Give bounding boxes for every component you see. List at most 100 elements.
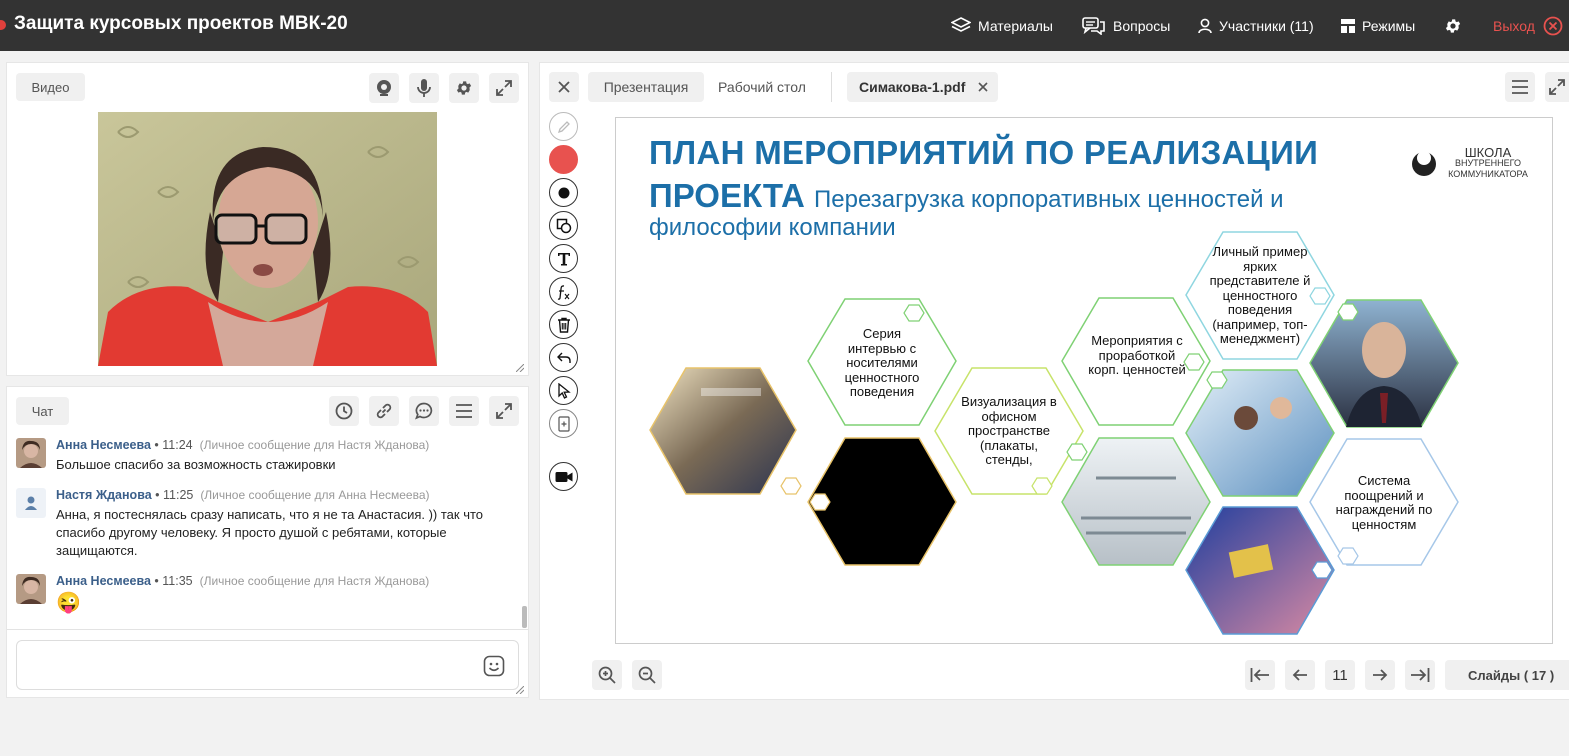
exit-button[interactable]: Выход bbox=[1493, 16, 1563, 36]
message-time: 11:24 bbox=[162, 438, 193, 452]
delete-tool[interactable] bbox=[549, 310, 578, 339]
trash-icon bbox=[557, 317, 570, 333]
materials-label: Материалы bbox=[978, 18, 1053, 34]
smiley-icon bbox=[483, 655, 505, 677]
hamburger-icon bbox=[456, 404, 472, 418]
message-author: Анна Несмеева bbox=[56, 574, 151, 588]
pointer-tool[interactable] bbox=[549, 376, 578, 405]
settings-button[interactable] bbox=[1444, 16, 1469, 36]
avatar bbox=[16, 488, 46, 518]
next-slide-button[interactable] bbox=[1365, 660, 1395, 690]
resize-handle-icon[interactable] bbox=[516, 364, 524, 372]
pencil-icon bbox=[557, 120, 570, 133]
chat-menu-button[interactable] bbox=[449, 396, 479, 426]
materials-button[interactable]: Материалы bbox=[951, 16, 1053, 36]
private-message-button[interactable] bbox=[409, 396, 439, 426]
chat-tab[interactable]: Чат bbox=[16, 397, 69, 425]
cursor-icon bbox=[557, 382, 571, 399]
message-text: Анна, я постеснялась сразу написать, что… bbox=[56, 507, 484, 558]
first-slide-button[interactable] bbox=[1245, 660, 1275, 690]
participants-button[interactable]: Участники (11) bbox=[1198, 16, 1314, 36]
microphone-icon bbox=[417, 79, 431, 97]
message-time: 11:25 bbox=[163, 488, 194, 502]
message-header: Настя Жданова • 11:25 (Личное сообщение … bbox=[56, 488, 430, 502]
file-tab[interactable]: Симакова-1.pdf bbox=[847, 72, 998, 102]
pencil-tool[interactable] bbox=[549, 112, 578, 141]
brush-size-tool[interactable] bbox=[549, 178, 578, 207]
layers-icon bbox=[951, 17, 971, 32]
questions-button[interactable]: Вопросы bbox=[1082, 16, 1170, 36]
dot-icon bbox=[558, 187, 569, 198]
hamburger-icon bbox=[1512, 80, 1528, 94]
avatar bbox=[16, 574, 46, 604]
recording-indicator bbox=[0, 20, 6, 30]
formula-tool[interactable] bbox=[549, 277, 578, 306]
last-page-icon bbox=[1411, 668, 1430, 682]
zoom-in-button[interactable] bbox=[592, 660, 622, 690]
add-page-tool[interactable] bbox=[549, 409, 578, 438]
expand-icon bbox=[1549, 79, 1565, 95]
text-tool[interactable] bbox=[549, 244, 578, 273]
message-header: Анна Несмеева • 11:24 (Личное сообщение … bbox=[56, 438, 430, 452]
page-title: Защита курсовых проектов МВК-20 bbox=[14, 13, 348, 34]
camera-tool[interactable] bbox=[549, 462, 578, 491]
hex-rewards-text: Система поощрений и награждений по ценно… bbox=[1335, 473, 1433, 532]
microphone-button[interactable] bbox=[409, 73, 439, 103]
last-slide-button[interactable] bbox=[1405, 660, 1435, 690]
video-tab[interactable]: Видео bbox=[16, 73, 85, 101]
zoom-out-button[interactable] bbox=[632, 660, 662, 690]
message-emoji: 😜 bbox=[56, 592, 81, 614]
history-button[interactable] bbox=[329, 396, 359, 426]
message-time: 11:35 bbox=[162, 574, 193, 588]
presentation-expand-button[interactable] bbox=[1545, 72, 1569, 102]
presentation-menu-button[interactable] bbox=[1505, 72, 1535, 102]
close-presentation-button[interactable] bbox=[549, 72, 579, 102]
undo-icon bbox=[556, 352, 571, 363]
top-bar: Защита курсовых проектов МВК-20 Материал… bbox=[0, 0, 1569, 51]
undo-tool[interactable] bbox=[549, 343, 578, 372]
private-note: (Личное сообщение для Настя Жданова) bbox=[199, 438, 430, 452]
slide-number-input[interactable]: 11 bbox=[1325, 660, 1355, 690]
tab-desktop[interactable]: Рабочий стол bbox=[704, 72, 820, 102]
emoji-button[interactable] bbox=[483, 655, 505, 682]
link-icon bbox=[376, 403, 392, 419]
message-input[interactable] bbox=[16, 640, 519, 690]
avatar bbox=[16, 438, 46, 468]
close-icon[interactable] bbox=[978, 82, 988, 92]
resize-handle-icon[interactable] bbox=[516, 686, 524, 694]
message-text: Большое спасибо за возможность стажировк… bbox=[56, 457, 336, 472]
exit-label: Выход bbox=[1493, 18, 1535, 34]
message-header: Анна Несмеева • 11:35 (Личное сообщение … bbox=[56, 574, 430, 588]
divider bbox=[831, 72, 832, 102]
gear-icon bbox=[456, 81, 472, 95]
message-author: Анна Несмеева bbox=[56, 438, 151, 452]
video-expand-button[interactable] bbox=[489, 73, 519, 103]
shapes-tool[interactable] bbox=[549, 211, 578, 240]
hex-example-text: Личный пример ярких представителе й ценн… bbox=[1209, 244, 1311, 346]
video-camera-icon bbox=[555, 471, 572, 482]
webcam-button[interactable] bbox=[369, 73, 399, 103]
speech-bubble-icon bbox=[415, 402, 433, 420]
zoom-out-icon bbox=[638, 666, 656, 684]
modes-button[interactable]: Режимы bbox=[1341, 16, 1415, 36]
clock-icon bbox=[335, 402, 353, 420]
close-icon bbox=[558, 81, 570, 93]
link-button[interactable] bbox=[369, 396, 399, 426]
prev-slide-button[interactable] bbox=[1285, 660, 1315, 690]
red-color-swatch[interactable] bbox=[549, 145, 578, 174]
text-icon bbox=[557, 252, 570, 265]
chat-scrollbar[interactable] bbox=[522, 606, 527, 628]
shapes-icon bbox=[556, 218, 571, 233]
video-settings-button[interactable] bbox=[449, 73, 479, 103]
hex-interview-text: Серия интервью с носителями ценностного … bbox=[844, 326, 920, 399]
close-circle-icon bbox=[1543, 16, 1563, 36]
modes-label: Режимы bbox=[1362, 18, 1416, 34]
tab-presentation[interactable]: Презентация bbox=[588, 72, 704, 102]
private-note: (Личное сообщение для Настя Жданова) bbox=[199, 574, 430, 588]
chat-expand-button[interactable] bbox=[489, 396, 519, 426]
gear-icon bbox=[1445, 19, 1461, 33]
slides-count[interactable]: Слайды ( 17 ) bbox=[1445, 660, 1569, 690]
hex-photo-team bbox=[1185, 369, 1335, 497]
file-tab-label: Симакова-1.pdf bbox=[859, 79, 966, 95]
questions-label: Вопросы bbox=[1113, 18, 1171, 34]
